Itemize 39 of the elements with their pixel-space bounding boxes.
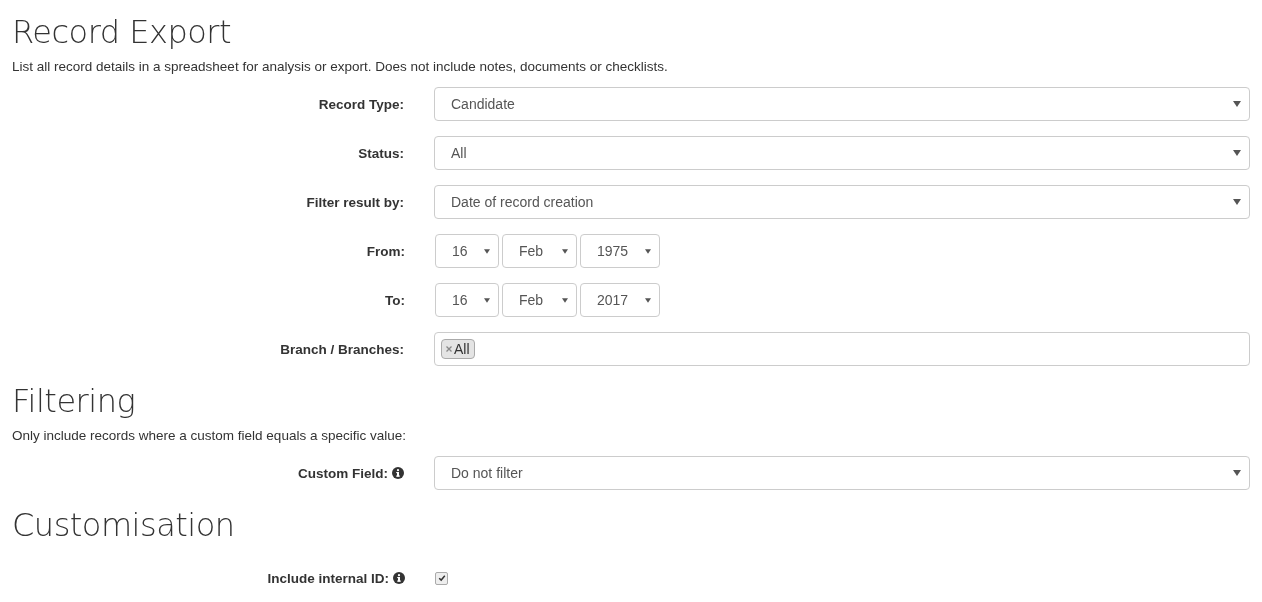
field-label: Branch / Branches:	[280, 341, 404, 357]
caret-icon	[484, 248, 490, 254]
caret-icon	[484, 297, 490, 303]
remove-icon[interactable]	[446, 346, 452, 352]
caret-icon	[1233, 101, 1241, 107]
dropdown-select[interactable]: 2017	[580, 283, 660, 317]
dropdown-select[interactable]: All	[434, 136, 1250, 170]
caret-icon	[1233, 470, 1241, 476]
checkbox[interactable]	[435, 571, 448, 585]
dropdown-select[interactable]: 16	[435, 283, 499, 317]
dropdown-select[interactable]: Feb	[502, 234, 577, 268]
field-label: Include internal ID:	[267, 570, 389, 586]
dropdown-select[interactable]: Feb	[502, 283, 577, 317]
dropdown-select[interactable]: 16	[435, 234, 499, 268]
info-icon[interactable]	[393, 572, 405, 584]
info-icon[interactable]	[392, 467, 404, 479]
field-label: Record Type:	[318, 96, 404, 112]
selected-tag[interactable]: All	[441, 339, 475, 359]
section-description: List all record details in a spreadsheet for analysis or export. Does not include notes, documents or checklists.	[12, 58, 669, 76]
dropdown-select[interactable]: 1975	[580, 234, 660, 268]
caret-icon	[562, 248, 568, 254]
section-heading: Record Export	[12, 12, 232, 52]
caret-icon	[645, 248, 651, 254]
caret-icon	[1233, 150, 1241, 156]
field-label: Status:	[358, 145, 404, 161]
dropdown-select[interactable]: Date of record creation	[434, 185, 1250, 219]
field-label: To:	[385, 292, 405, 308]
dropdown-select[interactable]: Do not filter	[434, 456, 1250, 490]
section-heading: Customisation	[12, 505, 236, 545]
caret-icon	[1233, 199, 1241, 205]
field-label: From:	[366, 243, 405, 259]
dropdown-select[interactable]: Candidate	[434, 87, 1250, 121]
multi-select-field[interactable]: All	[434, 332, 1250, 366]
caret-icon	[645, 297, 651, 303]
field-label: Custom Field:	[298, 465, 388, 481]
field-label: Filter result by:	[306, 194, 404, 210]
section-heading: Filtering	[12, 381, 137, 421]
section-description: Only include records where a custom field equals a specific value:	[12, 427, 407, 445]
caret-icon	[562, 297, 568, 303]
